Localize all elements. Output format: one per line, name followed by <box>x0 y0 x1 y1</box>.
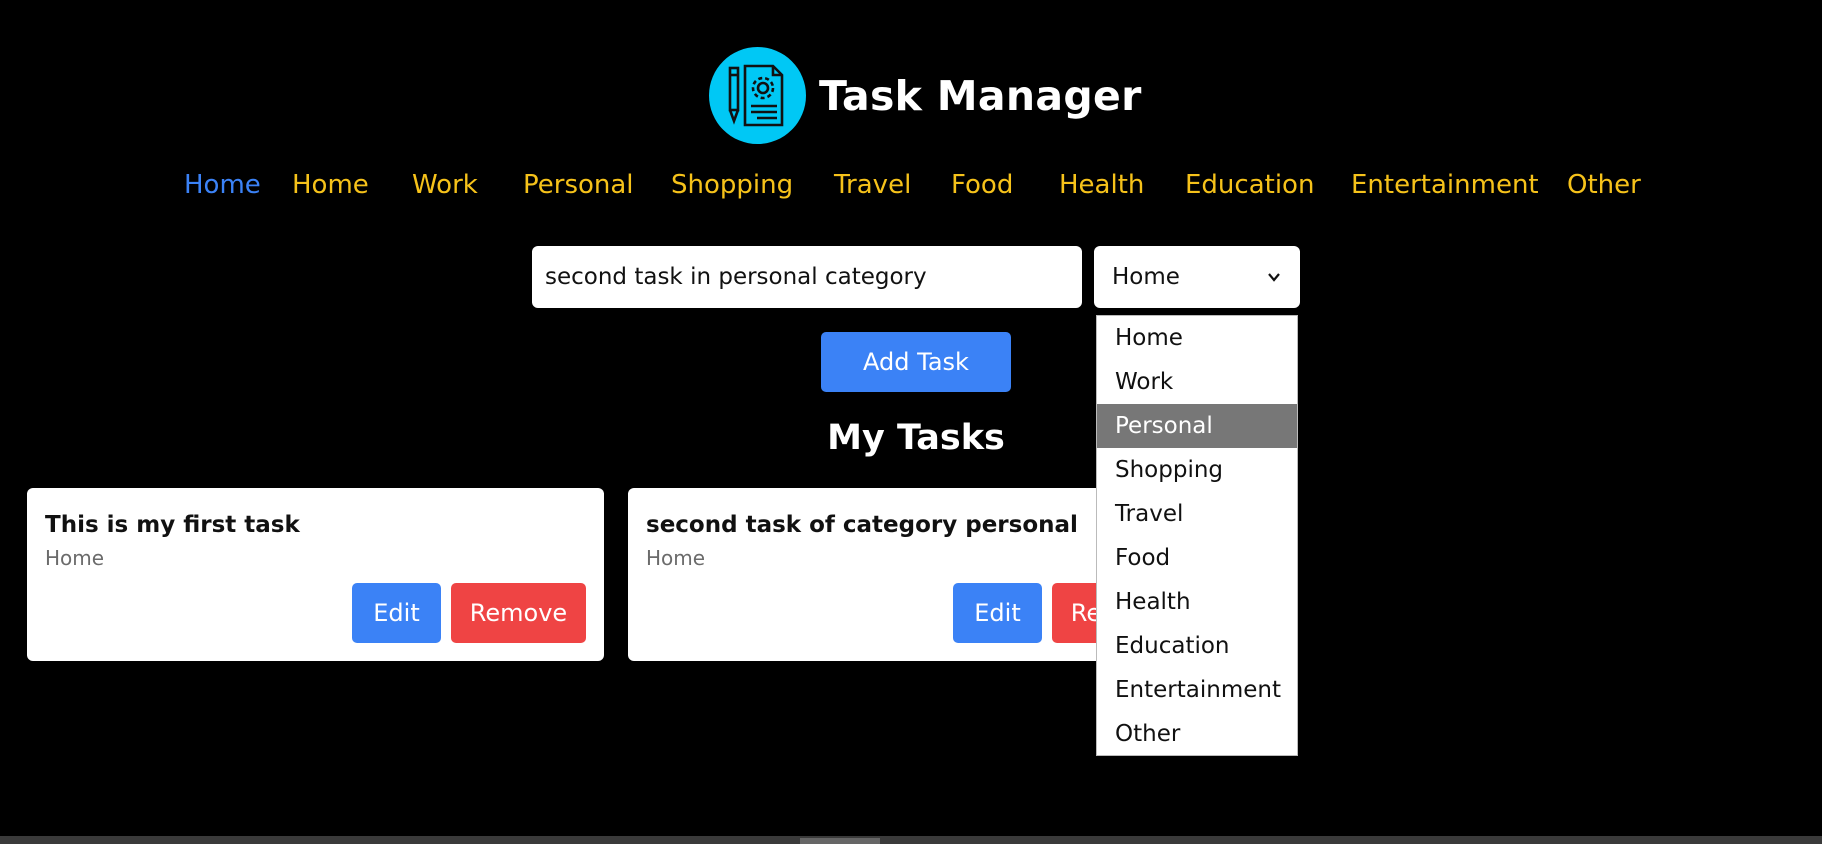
nav-item-personal[interactable]: Personal <box>523 170 634 200</box>
nav-item-education[interactable]: Education <box>1185 170 1314 200</box>
nav-item-shopping[interactable]: Shopping <box>671 170 793 200</box>
task-title: second task of category personal <box>646 512 1078 538</box>
dropdown-option-travel[interactable]: Travel <box>1097 492 1297 536</box>
category-select-value: Home <box>1112 264 1180 290</box>
dropdown-option-entertainment[interactable]: Entertainment <box>1097 668 1297 712</box>
category-select[interactable]: Home <box>1094 246 1300 308</box>
dropdown-option-home[interactable]: Home <box>1097 316 1297 360</box>
nav-item-entertainment[interactable]: Entertainment <box>1351 170 1539 200</box>
remove-button[interactable]: Remove <box>451 583 586 643</box>
nav-item-home-active[interactable]: Home <box>184 170 261 200</box>
dropdown-option-food[interactable]: Food <box>1097 536 1297 580</box>
chevron-down-icon <box>1268 273 1280 282</box>
nav-item-other[interactable]: Other <box>1567 170 1641 200</box>
edit-button[interactable]: Edit <box>352 583 441 643</box>
nav-item-health[interactable]: Health <box>1059 170 1144 200</box>
nav-item-food[interactable]: Food <box>951 170 1013 200</box>
nav-item-travel[interactable]: Travel <box>834 170 911 200</box>
task-input[interactable] <box>532 246 1082 308</box>
app-header: Task Manager <box>709 47 1142 144</box>
category-nav: Home Home Work Personal Shopping Travel … <box>0 170 1822 210</box>
category-dropdown-list: Home Work Personal Shopping Travel Food … <box>1096 315 1298 756</box>
app-root: Task Manager Home Home Work Personal Sho… <box>0 0 1822 844</box>
dropdown-option-other[interactable]: Other <box>1097 712 1297 756</box>
dropdown-option-work[interactable]: Work <box>1097 360 1297 404</box>
task-category: Home <box>646 546 706 570</box>
dropdown-option-education[interactable]: Education <box>1097 624 1297 668</box>
dropdown-option-shopping[interactable]: Shopping <box>1097 448 1297 492</box>
tasks-heading: My Tasks <box>827 418 1005 458</box>
nav-item-work[interactable]: Work <box>412 170 478 200</box>
app-title: Task Manager <box>819 71 1142 120</box>
nav-item-home[interactable]: Home <box>292 170 369 200</box>
task-title: This is my first task <box>45 512 300 538</box>
task-card: This is my first task Home Edit Remove <box>27 488 604 661</box>
task-document-gear-icon <box>709 47 806 144</box>
add-task-button[interactable]: Add Task <box>821 332 1011 392</box>
horizontal-scrollbar[interactable] <box>0 836 1822 844</box>
dropdown-option-health[interactable]: Health <box>1097 580 1297 624</box>
dropdown-option-personal[interactable]: Personal <box>1097 404 1297 448</box>
task-category: Home <box>45 546 105 570</box>
edit-button[interactable]: Edit <box>953 583 1042 643</box>
scrollbar-thumb[interactable] <box>800 838 880 844</box>
